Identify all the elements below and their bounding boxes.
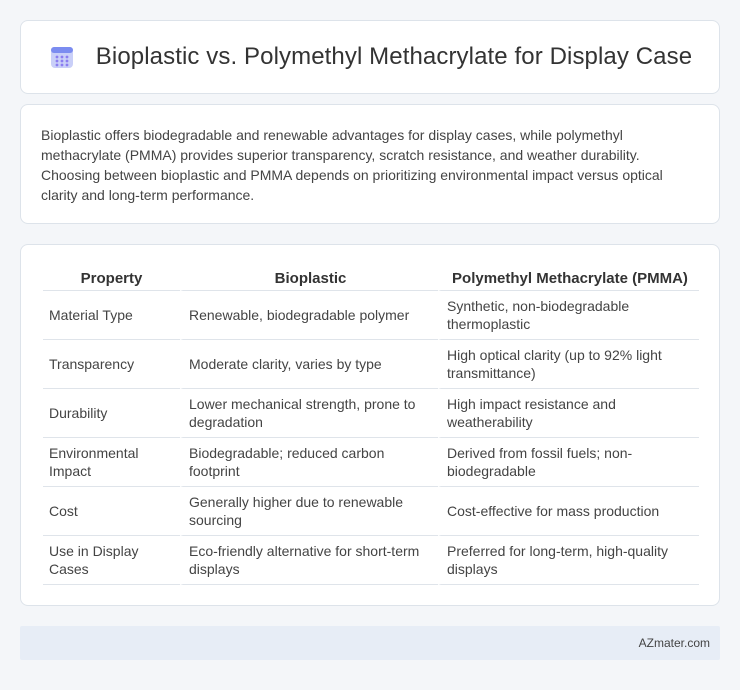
calendar-icon <box>48 43 76 71</box>
table-cell: Preferred for long-term, high-quality di… <box>438 536 699 585</box>
table-cell: Durability <box>43 389 180 438</box>
table-row: Durability Lower mechanical strength, pr… <box>43 389 699 438</box>
comparison-table: Property Bioplastic Polymethyl Methacryl… <box>43 267 699 585</box>
table-row: Environmental Impact Biodegradable; redu… <box>43 438 699 487</box>
footer-brand: AZmater.com <box>638 636 710 650</box>
column-header-property: Property <box>43 267 180 291</box>
table-cell: Renewable, biodegradable polymer <box>180 291 438 340</box>
table-cell: Cost-effective for mass production <box>438 487 699 536</box>
table-cell: Biodegradable; reduced carbon footprint <box>180 438 438 487</box>
table-cell: Derived from fossil fuels; non-biodegrad… <box>438 438 699 487</box>
page-title: Bioplastic vs. Polymethyl Methacrylate f… <box>95 43 693 70</box>
table-cell: High impact resistance and weatherabilit… <box>438 389 699 438</box>
table-row: Cost Generally higher due to renewable s… <box>43 487 699 536</box>
table-cell: Material Type <box>43 291 180 340</box>
table-cell: High optical clarity (up to 92% light tr… <box>438 340 699 389</box>
table-cell: Moderate clarity, varies by type <box>180 340 438 389</box>
intro-card: Bioplastic offers biodegradable and rene… <box>20 104 720 224</box>
table-cell: Lower mechanical strength, prone to degr… <box>180 389 438 438</box>
table-cell: Transparency <box>43 340 180 389</box>
title-card: Bioplastic vs. Polymethyl Methacrylate f… <box>20 20 720 94</box>
table-row: Transparency Moderate clarity, varies by… <box>43 340 699 389</box>
column-header-pmma: Polymethyl Methacrylate (PMMA) <box>438 267 699 291</box>
footer: AZmater.com <box>20 626 720 660</box>
table-cell: Cost <box>43 487 180 536</box>
table-header-row: Property Bioplastic Polymethyl Methacryl… <box>43 267 699 291</box>
table-row: Use in Display Cases Eco-friendly altern… <box>43 536 699 585</box>
table-cell: Eco-friendly alternative for short-term … <box>180 536 438 585</box>
intro-paragraph: Bioplastic offers biodegradable and rene… <box>41 127 663 203</box>
table-cell: Use in Display Cases <box>43 536 180 585</box>
table-cell: Environmental Impact <box>43 438 180 487</box>
table-row: Material Type Renewable, biodegradable p… <box>43 291 699 340</box>
table-cell: Generally higher due to renewable sourci… <box>180 487 438 536</box>
table-cell: Synthetic, non-biodegradable thermoplast… <box>438 291 699 340</box>
column-header-bioplastic: Bioplastic <box>180 267 438 291</box>
comparison-card: Property Bioplastic Polymethyl Methacryl… <box>20 244 720 606</box>
